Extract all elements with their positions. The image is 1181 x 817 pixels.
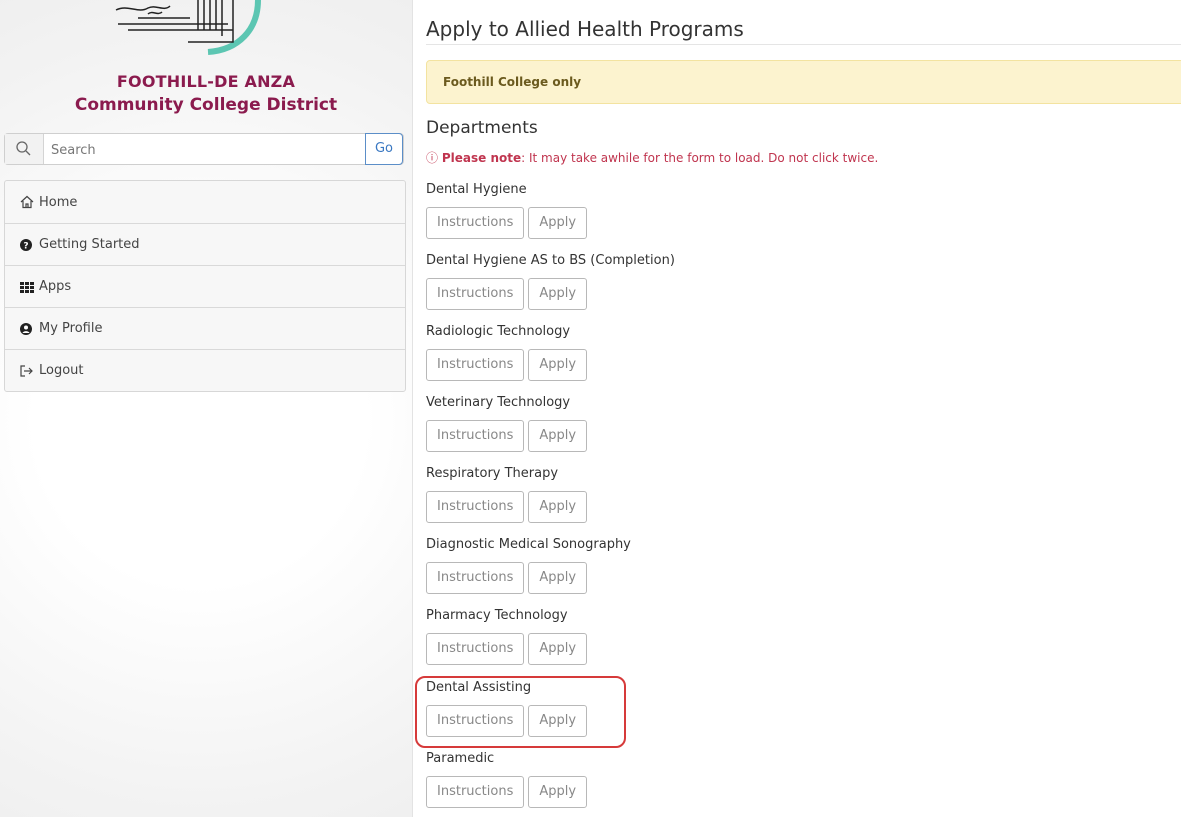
sidebar-item-label: Apps [39, 279, 72, 294]
sidebar-nav: Home ? Getting Started Apps My Profile L… [4, 180, 406, 392]
apply-button[interactable]: Apply [528, 491, 588, 523]
sidebar-item-label: Home [39, 194, 78, 210]
instructions-button[interactable]: Instructions [426, 633, 525, 665]
search-go-button[interactable]: Go [365, 133, 403, 165]
department-item: Dental Hygiene AS to BS (Completion) Ins… [426, 252, 726, 310]
instructions-button[interactable]: Instructions [426, 562, 525, 594]
department-name: Respiratory Therapy [426, 466, 559, 481]
department-item: Dental Hygiene Instructions Apply [426, 181, 726, 239]
note-text: : It may take awhile for the form to loa… [521, 151, 879, 165]
department-item: Respiratory Therapy Instructions Apply [426, 465, 726, 523]
departments-heading: Departments [426, 118, 538, 138]
question-circle-icon: ? [19, 237, 35, 253]
department-item: Radiologic Technology Instructions Apply [426, 323, 726, 381]
logout-icon [19, 363, 35, 379]
sidebar-item-label: Getting Started [39, 237, 140, 252]
sidebar-item-getting-started[interactable]: ? Getting Started [5, 223, 405, 265]
department-name: Radiologic Technology [426, 324, 571, 339]
apply-button[interactable]: Apply [528, 562, 588, 594]
department-name: Dental Hygiene [426, 182, 527, 197]
logo-subtitle: Community College District [74, 95, 338, 115]
department-name: Pharmacy Technology [426, 608, 568, 623]
search-icon [5, 134, 44, 164]
instructions-button[interactable]: Instructions [426, 491, 525, 523]
search-input[interactable] [49, 138, 363, 162]
title-divider [426, 44, 1181, 45]
svg-text:?: ? [23, 241, 28, 251]
sidebar: FOOTHILL-DE ANZA Community College Distr… [0, 0, 413, 817]
instructions-button[interactable]: Instructions [426, 207, 525, 239]
instructions-button[interactable]: Instructions [426, 776, 525, 808]
department-item: Pharmacy Technology Instructions Apply [426, 607, 726, 665]
instructions-button[interactable]: Instructions [426, 278, 525, 310]
sidebar-item-my-profile[interactable]: My Profile [5, 307, 405, 349]
instructions-button[interactable]: Instructions [426, 349, 525, 381]
search-bar: Go [4, 133, 404, 165]
page-title: Apply to Allied Health Programs [426, 17, 744, 41]
department-item: Paramedic Instructions Apply [426, 750, 726, 808]
apply-button[interactable]: Apply [528, 633, 588, 665]
sidebar-item-apps[interactable]: Apps [5, 265, 405, 307]
apply-button[interactable]: Apply [528, 420, 588, 452]
grid-icon [19, 279, 35, 295]
info-circle-icon: ⓘ [426, 151, 439, 165]
sidebar-item-home[interactable]: Home [5, 181, 405, 223]
apply-button[interactable]: Apply [528, 278, 588, 310]
district-logo [115, 0, 261, 55]
department-item: Veterinary Technology Instructions Apply [426, 394, 726, 452]
logo-title: FOOTHILL-DE ANZA [116, 72, 296, 91]
load-note: ⓘ Please note: It may take awhile for th… [426, 149, 878, 166]
department-name: Paramedic [426, 751, 495, 766]
sidebar-item-logout[interactable]: Logout [5, 349, 405, 391]
apply-button[interactable]: Apply [528, 207, 588, 239]
department-item: Diagnostic Medical Sonography Instructio… [426, 536, 726, 594]
department-name: Dental Hygiene AS to BS (Completion) [426, 253, 675, 268]
highlight-annotation [415, 676, 626, 748]
department-name: Veterinary Technology [426, 395, 571, 410]
apply-button[interactable]: Apply [528, 776, 588, 808]
home-icon [19, 194, 35, 210]
note-prefix: Please note [441, 151, 522, 165]
sidebar-item-label: My Profile [39, 321, 103, 336]
user-circle-icon [19, 321, 35, 337]
sidebar-item-label: Logout [39, 363, 84, 378]
department-name: Diagnostic Medical Sonography [426, 537, 631, 552]
college-alert: Foothill College only [426, 60, 1181, 104]
instructions-button[interactable]: Instructions [426, 420, 525, 452]
apply-button[interactable]: Apply [528, 349, 588, 381]
